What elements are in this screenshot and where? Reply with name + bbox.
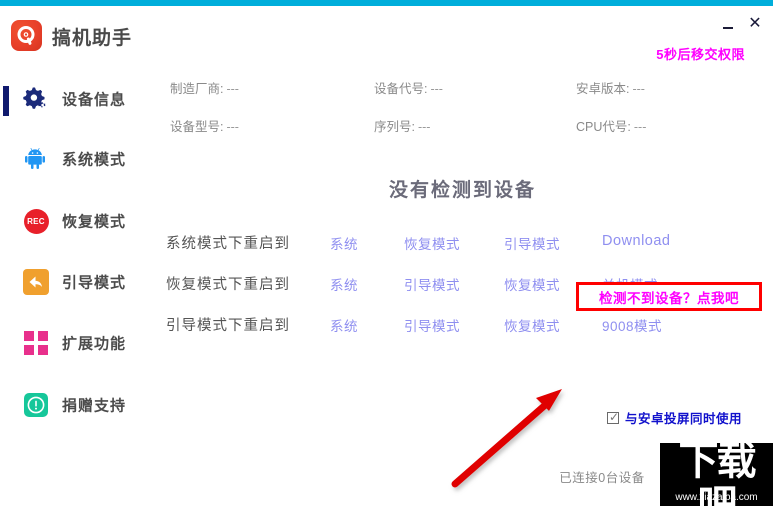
device-info-model: 设备型号: --- [170,116,239,135]
grid-icon [22,329,50,357]
reboot-link-bootloader[interactable]: 引导模式 [404,315,460,335]
sidebar-item-label: 恢复模式 [62,213,127,231]
main-content: 制造厂商: --- 设备代号: --- 安卓版本: --- 设备型号: --- 序列号:… [152,62,773,506]
close-icon: ✕ [748,15,762,32]
reboot-link-system[interactable]: 系统 [330,315,358,335]
device-info-cpu: CPU代号: --- [576,116,646,135]
device-info-row: 设备型号: --- 序列号: --- CPU代号: --- [152,116,773,154]
reboot-link-bootloader[interactable]: 引导模式 [504,233,560,253]
sidebar-item-extensions[interactable]: 扩展功能 [0,318,152,368]
info-value: --- [226,82,239,96]
info-value: --- [417,120,431,134]
info-key: CPU代号: [576,120,631,134]
reboot-row-label: 系统模式下重启到 [166,236,290,252]
check-icon: ✓ [609,409,620,424]
no-device-message: 没有检测到设备 [388,180,536,201]
sidebar-item-device-info[interactable]: 设备信息 [0,74,152,124]
minimize-icon [723,26,733,29]
reboot-link-recovery[interactable]: 恢复模式 [404,233,460,253]
active-indicator [3,86,9,116]
watermark-url: www.xiazaiba.com [675,492,758,503]
device-info-serial: 序列号: --- [374,116,430,135]
exclamation-circle-icon [22,391,50,419]
rec-icon: REC [22,207,50,235]
reboot-link-system[interactable]: 系统 [330,233,358,253]
info-key: 制造厂商: [170,82,224,96]
minimize-button[interactable] [717,14,739,34]
sidebar-item-label: 系统模式 [62,151,127,169]
device-info-grid: 制造厂商: --- 设备代号: --- 安卓版本: --- 设备型号: --- 序列号:… [152,78,773,154]
sidebar-item-label: 设备信息 [62,91,127,109]
sidebar-item-recovery-mode[interactable]: REC 恢复模式 [0,196,152,246]
rec-icon-text: REC [23,208,49,234]
info-value: --- [633,120,647,134]
reboot-link-download[interactable]: Download [602,233,671,249]
no-device-help-button[interactable]: 检测不到设备？点我吧 [576,282,762,311]
reboot-row-bootloader: 引导模式下重启到 系统 引导模式 恢复模式 9008模式 [152,308,773,349]
reboot-link-system[interactable]: 系统 [330,274,358,294]
app-title: 搞机助手 [52,28,133,49]
no-device-help-label: 检测不到设备？点我吧 [599,290,739,306]
device-info-manufacturer: 制造厂商: --- [170,78,239,97]
reboot-row-system: 系统模式下重启到 系统 恢复模式 引导模式 Download [152,226,773,267]
title-bar: 搞机助手 ✕ 5秒后移交权限 [0,6,773,62]
sidebar-item-boot-mode[interactable]: 引导模式 [0,257,152,307]
checkbox-box[interactable]: ✓ [607,409,620,424]
gear-icon [22,85,50,113]
reboot-row-label: 引导模式下重启到 [166,318,290,334]
reboot-link-bootloader[interactable]: 引导模式 [404,274,460,294]
sidebar: 设备信息 系统模式 REC 恢复模式 引导模式 扩展功能 捐赠支持 [0,62,152,506]
sidebar-item-label: 扩展功能 [62,335,127,353]
sidebar-item-label: 捐赠支持 [62,397,127,415]
android-icon [22,145,50,173]
info-value: --- [632,82,645,96]
device-info-codename: 设备代号: --- [374,78,443,97]
permission-notice: 5秒后移交权限 [656,47,745,62]
sidebar-item-system-mode[interactable]: 系统模式 [0,134,152,184]
checkbox-label: 与安卓投屏同时使用 [625,412,743,426]
sidebar-item-donate[interactable]: 捐赠支持 [0,380,152,430]
device-info-android-version: 安卓版本: --- [576,78,645,97]
info-key: 设备型号: [170,120,224,134]
back-arrow-icon [22,268,50,296]
info-key: 安卓版本: [576,82,630,96]
app-logo-icon [11,20,42,51]
reboot-link-9008[interactable]: 9008模式 [602,315,662,335]
app-window: 搞机助手 ✕ 5秒后移交权限 设备信息 系统模式 REC 恢复模式 引导模式 扩… [0,0,773,506]
info-value: --- [226,120,239,134]
info-key: 序列号: [374,120,415,134]
close-button[interactable]: ✕ [744,14,766,34]
reboot-link-recovery[interactable]: 恢复模式 [504,274,560,294]
scrcpy-checkbox[interactable]: ✓ 与安卓投屏同时使用 [607,408,742,427]
watermark: 下载吧 www.xiazaiba.com [660,443,773,506]
reboot-row-label: 恢复模式下重启到 [166,277,290,293]
info-value: --- [430,82,443,96]
info-key: 设备代号: [374,82,428,96]
reboot-link-recovery[interactable]: 恢复模式 [504,315,560,335]
device-info-row: 制造厂商: --- 设备代号: --- 安卓版本: --- [152,78,773,116]
sidebar-item-label: 引导模式 [62,274,127,292]
